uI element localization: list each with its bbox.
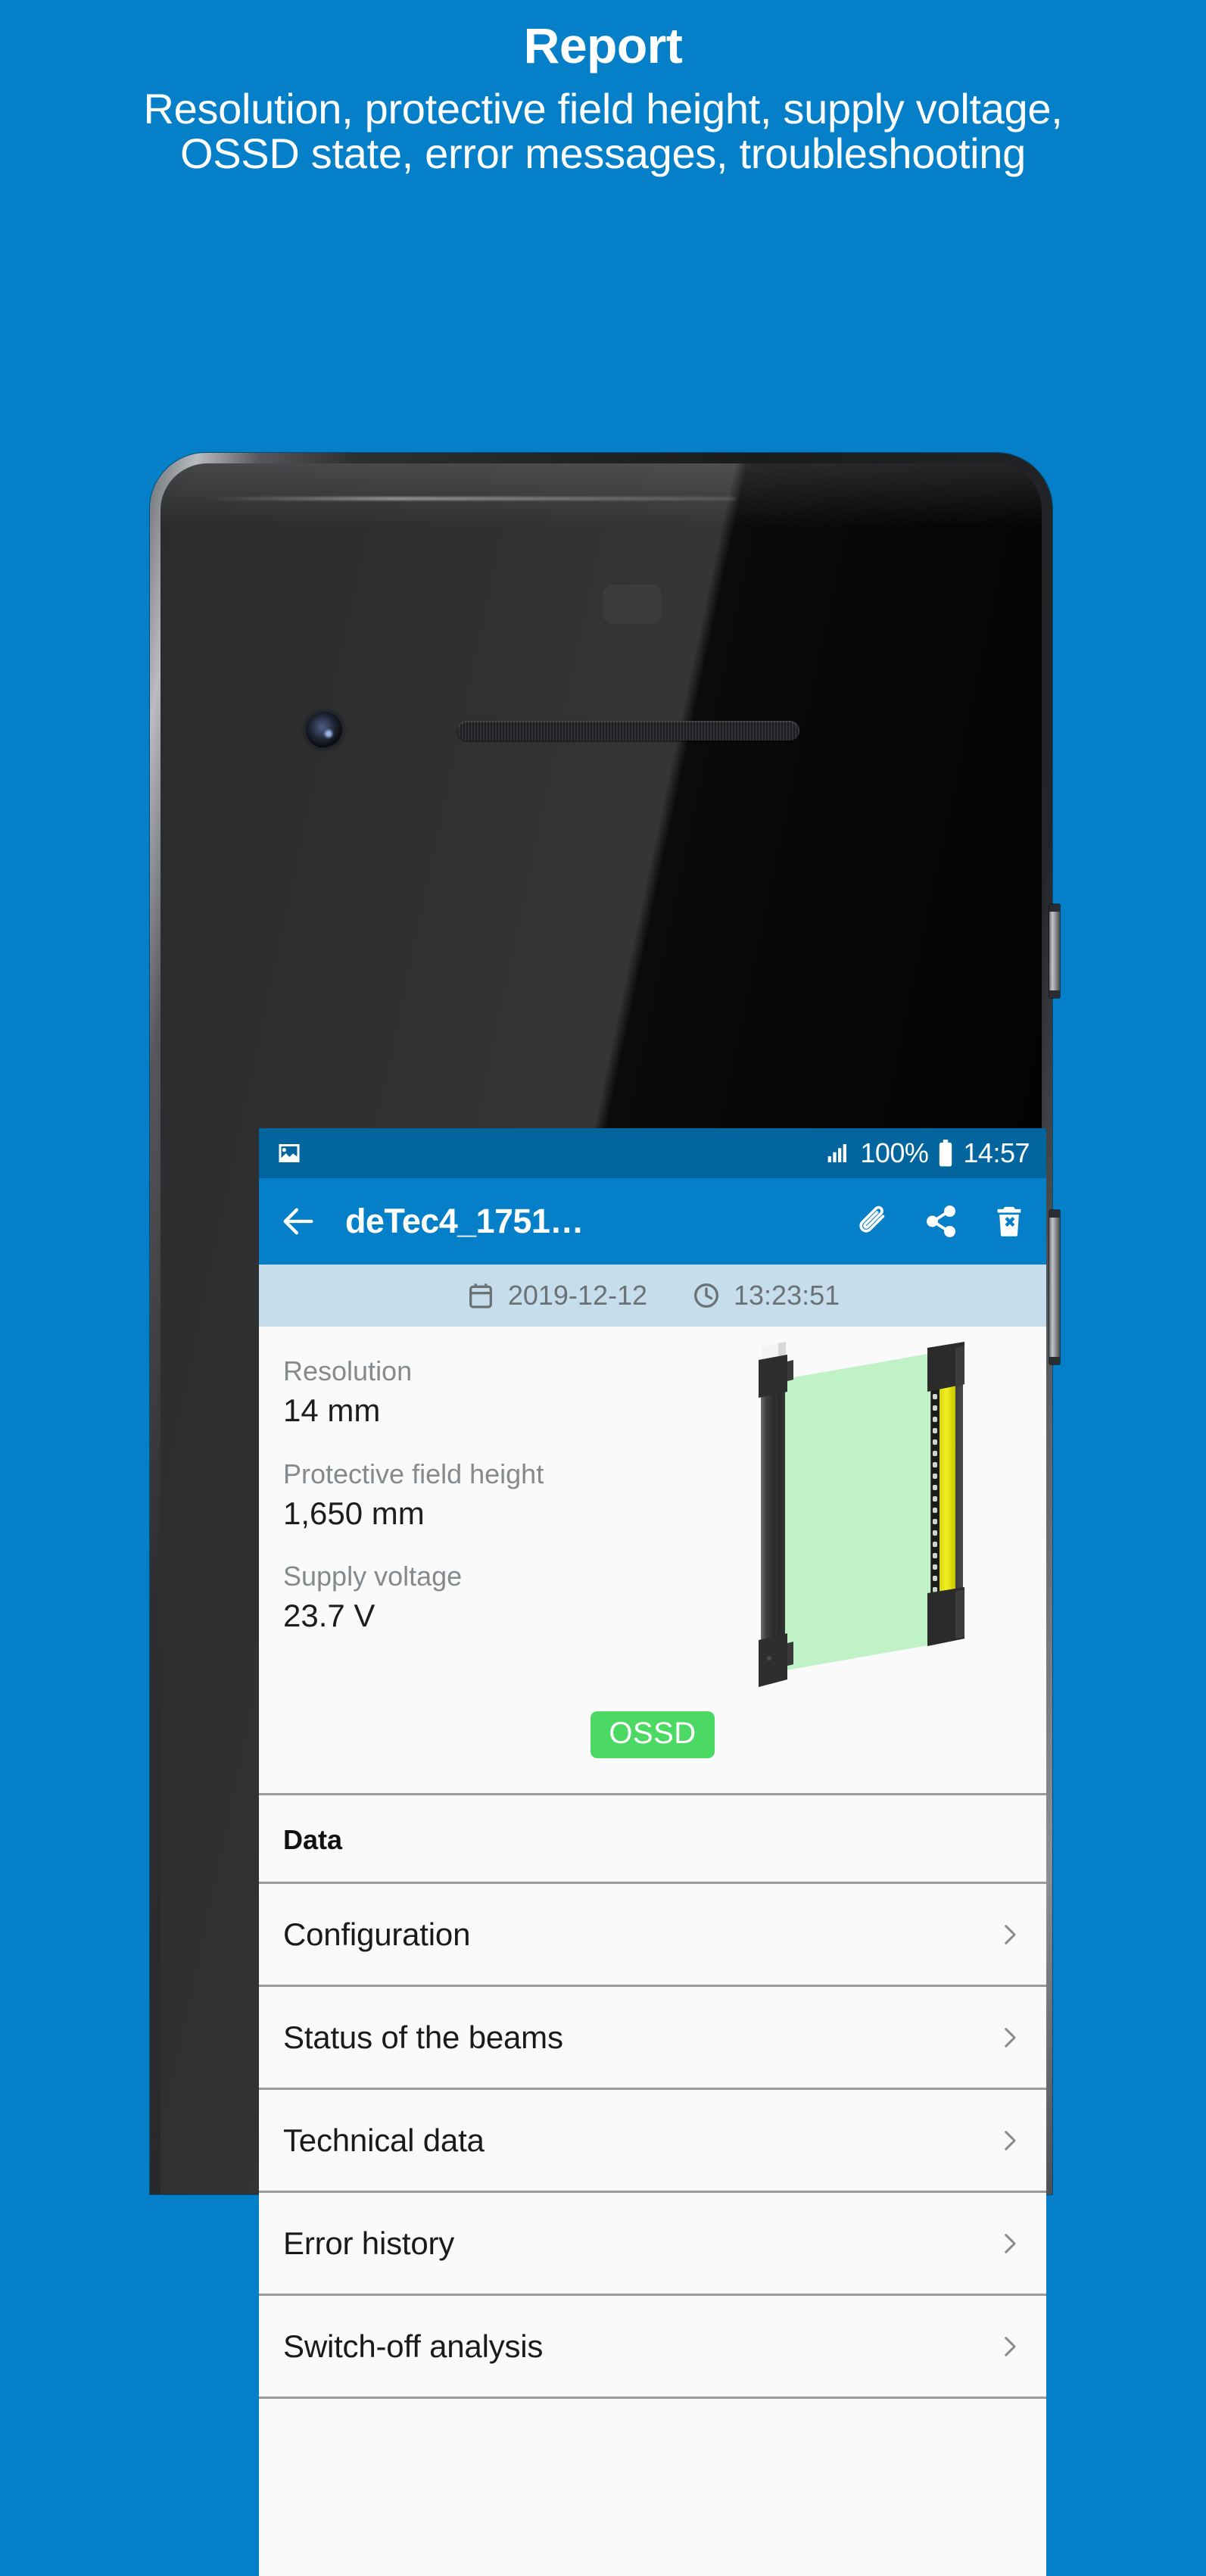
camera-glint — [324, 730, 332, 738]
signal-bars-icon — [825, 1141, 851, 1165]
ossd-status-row: OSSD — [259, 1711, 1046, 1793]
phone-screen: 100% 14:57 deTec4_1751… 2019-12-12 13:23… — [259, 1128, 1046, 2576]
status-badge: OSSD — [591, 1711, 715, 1758]
battery-full-icon — [937, 1140, 954, 1167]
promo-title: Report — [523, 17, 683, 73]
list-item-label: Status of the beams — [283, 2019, 563, 2055]
promo-subtitle: Resolution, protective field height, sup… — [143, 85, 1063, 177]
list-trailing-blank-row — [259, 2397, 1046, 2484]
promo-header: Report Resolution, protective field heig… — [0, 0, 1206, 176]
status-bar-clock: 14:57 — [963, 1137, 1030, 1168]
android-status-bar: 100% 14:57 — [259, 1128, 1046, 1178]
proximity-sensor-icon — [603, 585, 662, 624]
list-item-label: Configuration — [283, 1916, 471, 1952]
image-icon — [276, 1140, 303, 1167]
list-section-header: Data — [283, 1824, 343, 1855]
list-item-configuration[interactable]: Configuration — [259, 1882, 1046, 1985]
list-item-switch-off-analysis[interactable]: Switch-off analysis — [259, 2294, 1046, 2397]
calendar-icon — [466, 1280, 496, 1311]
list-item-label: Error history — [283, 2225, 455, 2261]
battery-percent-label: 100% — [860, 1137, 929, 1168]
chevron-right-icon — [996, 1917, 1022, 1952]
volume-up-button[interactable] — [1049, 904, 1060, 998]
light-curtain-illustration — [743, 1337, 993, 1701]
chevron-right-icon — [996, 2123, 1022, 2158]
share-icon[interactable] — [924, 1204, 958, 1239]
delete-icon[interactable] — [992, 1204, 1027, 1239]
arrow-left-icon[interactable] — [279, 1202, 318, 1241]
earpiece-speaker-icon — [457, 721, 799, 741]
chevron-right-icon — [996, 2226, 1022, 2261]
list-item-error-history[interactable]: Error history — [259, 2191, 1046, 2294]
app-bar: deTec4_1751… — [259, 1178, 1046, 1265]
report-time: 13:23:51 — [734, 1280, 840, 1311]
data-list: Data Configuration Status of the beams T… — [259, 1793, 1046, 2484]
list-item-technical-data[interactable]: Technical data — [259, 2088, 1046, 2191]
power-button[interactable] — [1049, 1210, 1060, 1364]
chevron-right-icon — [996, 2329, 1022, 2364]
list-item-status-of-the-beams[interactable]: Status of the beams — [259, 1985, 1046, 2088]
page-title: deTec4_1751… — [345, 1202, 584, 1240]
front-camera-icon — [306, 712, 342, 748]
glass-bevel — [160, 463, 1042, 554]
glass-highlight — [206, 497, 736, 501]
attach-icon[interactable] — [855, 1204, 890, 1239]
list-item-label: Switch-off analysis — [283, 2328, 544, 2364]
phone-mockup: 100% 14:57 deTec4_1751… 2019-12-12 13:23… — [150, 453, 1060, 2576]
summary-panel: Resolution 14 mm Protective field height… — [259, 1327, 1046, 1711]
list-item-label: Technical data — [283, 2122, 485, 2158]
report-date: 2019-12-12 — [507, 1280, 647, 1311]
chevron-right-icon — [996, 2020, 1022, 2055]
clock-icon — [691, 1280, 721, 1311]
timestamp-bar: 2019-12-12 13:23:51 — [259, 1265, 1046, 1327]
